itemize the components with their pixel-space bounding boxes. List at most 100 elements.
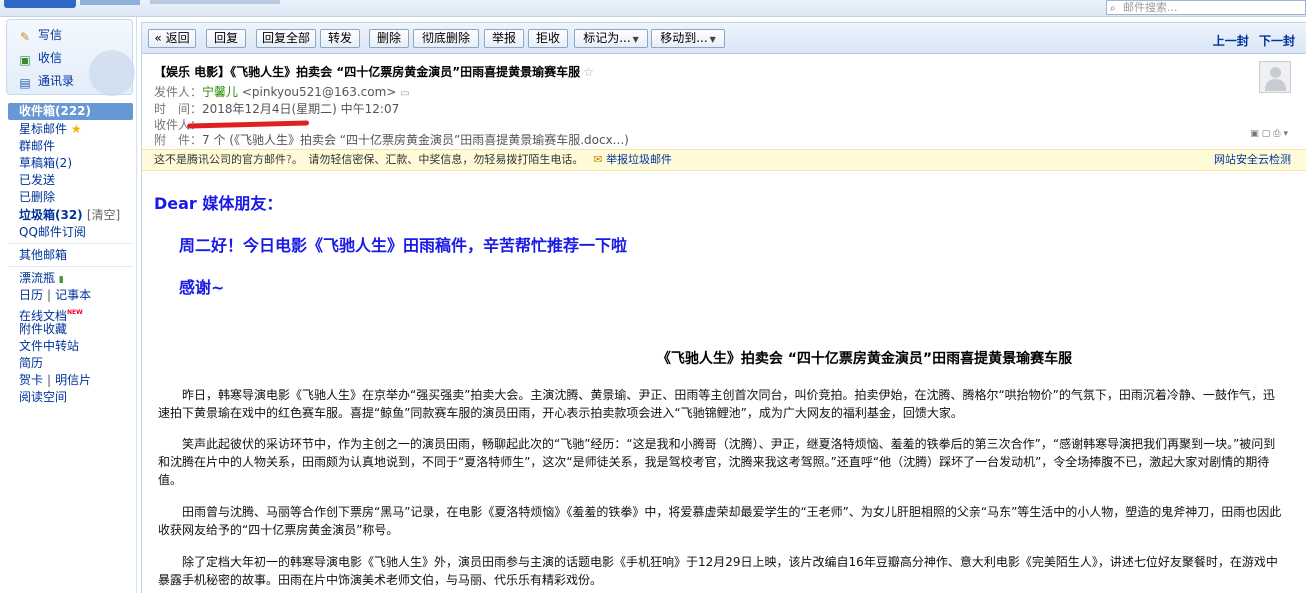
article-paragraph: 笑声此起彼伏的采访环节中，作为主创之一的演员田雨，畅聊起此次的“飞驰”经历：“这… — [158, 437, 1276, 487]
article-title: 《飞驰人生》拍卖会 “四十亿票房黄金演员”田雨喜提黄景瑜赛车服 — [656, 351, 1073, 367]
logo-domain — [80, 0, 140, 5]
mark-as-label: 标记为... — [583, 31, 631, 45]
delete-permanently-button[interactable]: 彻底删除 — [413, 29, 479, 48]
folder-sent[interactable]: 已发送 — [8, 172, 133, 189]
account-info — [150, 0, 280, 4]
report-spam-link[interactable]: ✉ 举报垃圾邮件 — [593, 153, 672, 166]
app-calendar-notes: 日历 | 记事本 — [8, 287, 133, 304]
search-input[interactable]: ⌕ 邮件搜索... — [1106, 0, 1306, 15]
folder-inbox[interactable]: 收件箱(222) — [8, 103, 133, 120]
app-attachments[interactable]: 附件收藏 — [8, 321, 133, 338]
time-value: 2018年12月4日(星期二) 中午12:07 — [202, 102, 400, 116]
sender-row: 发件人：宁馨儿 <pinkyou521@163.com> ▭ — [154, 83, 410, 100]
attachment-row: 附 件：7 个 (《飞驰人生》拍卖会 “四十亿票房黄金演员”田雨喜提黄景瑜赛车服… — [154, 131, 629, 148]
mail-subject: 【娱乐 电影】《飞驰人生》拍卖会 “四十亿票房黄金演员”田雨喜提黄景瑜赛车服 ☆ — [154, 63, 594, 80]
app-calendar[interactable]: 日历 — [19, 288, 43, 302]
prev-mail-link[interactable]: 上一封 — [1213, 34, 1249, 48]
sender-address: <pinkyou521@163.com> — [241, 85, 397, 99]
time-row: 时 间：2018年12月4日(星期二) 中午12:07 — [154, 100, 399, 117]
move-to-dropdown[interactable]: 移动到... ▼ — [651, 29, 725, 48]
app-cards: 贺卡 | 明信片 — [8, 372, 133, 389]
app-docs[interactable]: 在线文档NEW — [8, 304, 133, 323]
app-postcards[interactable]: 明信片 — [55, 373, 91, 387]
star-icon: ★ — [70, 122, 82, 136]
report-button[interactable]: 举报 — [484, 29, 524, 48]
quick-actions: ✎ 写信 ▣ 收信 ▤ 通讯录 — [6, 19, 135, 96]
app-notes[interactable]: 记事本 — [55, 288, 91, 302]
sender-avatar[interactable] — [1259, 61, 1291, 93]
junk-clean-link[interactable]: [清空] — [87, 208, 120, 222]
mark-as-dropdown[interactable]: 标记为... ▼ — [574, 29, 648, 48]
redaction-mark — [186, 120, 310, 129]
folder-starred[interactable]: 星标邮件 ★ — [8, 121, 133, 138]
chevron-down-icon: ▼ — [632, 35, 639, 44]
view-options-icons[interactable]: ▣▢⎙▾ — [1250, 129, 1291, 139]
article-paragraph: 田雨曾与沈腾、马丽等合作创下票房“黑马”记录，在电影《夏洛特烦恼》《羞羞的铁拳》… — [158, 505, 1282, 537]
folder-subscribe[interactable]: QQ邮件订阅 — [8, 224, 133, 241]
forward-button[interactable]: 转发 — [320, 29, 360, 48]
attachment-label: 附 件： — [154, 133, 203, 147]
reply-all-button[interactable]: 回复全部 — [256, 29, 316, 48]
article-paragraph: 除了定档大年初一的韩寒导演电影《飞驰人生》外，演员田雨参与主演的话题电影《手机狂… — [158, 555, 1278, 587]
separator: | — [47, 288, 52, 302]
app-bottle-label: 漂流瓶 — [19, 271, 56, 285]
folder-drafts[interactable]: 草稿箱(2) — [8, 155, 133, 172]
reply-button[interactable]: 回复 — [206, 29, 246, 48]
attachment-summary[interactable]: 7 个 (《飞驰人生》拍卖会 “四十亿票房黄金演员”田雨喜提黄景瑜赛车服.doc… — [202, 133, 629, 147]
contacts-label: 通讯录 — [38, 74, 75, 88]
contacts-icon: ▤ — [19, 76, 31, 90]
folder-group[interactable]: 群邮件 — [8, 138, 133, 155]
report-icon: ✉ — [593, 153, 603, 166]
folder-starred-label: 星标邮件 — [19, 122, 68, 136]
write-label: 写信 — [38, 28, 63, 42]
warning-advice: 。 请勿轻信密保、汇款、中奖信息，勿轻易拨打陌生电话。 — [291, 153, 584, 166]
back-button[interactable]: « 返回 — [148, 29, 196, 48]
folder-junk-label: 垃圾箱(32) — [19, 208, 83, 222]
article-paragraph: 昨日，韩寒导演电影《飞驰人生》在京举办“强买强卖”拍卖大会。主演沈腾、黄景瑜、尹… — [158, 388, 1275, 420]
folder-junk[interactable]: 垃圾箱(32) [清空] — [8, 207, 133, 224]
subject-text: 【娱乐 电影】《飞驰人生》拍卖会 “四十亿票房黄金演员”田雨喜提黄景瑜赛车服 — [154, 65, 581, 79]
move-to-label: 移动到... — [660, 31, 708, 45]
intro-line: 周二好！今日电影《飞驰人生》田雨稿件，辛苦帮忙推荐一下啦 — [179, 236, 628, 255]
app-transfer[interactable]: 文件中转站 — [8, 338, 133, 355]
pen-icon: ✎ — [19, 30, 31, 44]
star-toggle-icon[interactable]: ☆ — [583, 65, 594, 79]
mail-body: Dear 媒体朋友： 周二好！今日电影《飞驰人生》田雨稿件，辛苦帮忙推荐一下啦 … — [142, 172, 1306, 594]
security-check-link[interactable]: 网站安全云检测 — [1214, 150, 1291, 170]
folder-deleted[interactable]: 已删除 — [8, 189, 133, 206]
divider — [8, 266, 133, 267]
inbox-icon: ▣ — [19, 53, 31, 67]
search-icon: ⌕ — [1110, 3, 1116, 14]
mail-nav: 上一封 下一封 — [1207, 32, 1295, 49]
mail-toolbar: « 返回 回复 回复全部 转发 删除 彻底删除 举报 拒收 标记为... ▼ 移动… — [142, 23, 1306, 54]
app-bottle[interactable]: 漂流瓶 ▮ — [8, 270, 133, 287]
separator: | — [47, 373, 52, 387]
app-greeting-cards[interactable]: 贺卡 — [19, 373, 43, 387]
avatar-head — [1270, 67, 1281, 78]
folder-other[interactable]: 其他邮箱 — [8, 247, 133, 264]
avatar-body — [1265, 79, 1286, 91]
bottle-icon: ▮ — [58, 275, 64, 285]
time-label: 时 间： — [154, 102, 203, 116]
app-reading[interactable]: 阅读空间 — [8, 389, 133, 406]
next-mail-link[interactable]: 下一封 — [1259, 34, 1295, 48]
reject-button[interactable]: 拒收 — [528, 29, 568, 48]
receive-button[interactable]: ▣ 收信 — [17, 48, 62, 68]
search-placeholder: 邮件搜索... — [1123, 1, 1178, 14]
divider — [8, 243, 133, 244]
delete-button[interactable]: 删除 — [369, 29, 409, 48]
sender-name[interactable]: 宁馨儿 — [202, 85, 238, 99]
write-button[interactable]: ✎ 写信 — [17, 25, 62, 45]
top-bar: ⌕ 邮件搜索... — [0, 0, 1306, 17]
penguin-decoration — [89, 50, 135, 96]
contact-card-icon[interactable]: ▭ — [400, 88, 409, 99]
mail-header: 【娱乐 电影】《飞驰人生》拍卖会 “四十亿票房黄金演员”田雨喜提黄景瑜赛车服 ☆ … — [142, 55, 1306, 149]
greeting: Dear 媒体朋友： — [154, 194, 283, 213]
contacts-button[interactable]: ▤ 通讯录 — [17, 71, 74, 91]
thanks-line: 感谢~ — [179, 278, 225, 297]
app-resume[interactable]: 简历 — [8, 355, 133, 372]
report-spam-label: 举报垃圾邮件 — [606, 153, 673, 166]
security-warning-bar: 这不是腾讯公司的官方邮件?。 请勿轻信密保、汇款、中奖信息，勿轻易拨打陌生电话。… — [142, 149, 1306, 171]
mail-reader: « 返回 回复 回复全部 转发 删除 彻底删除 举报 拒收 标记为... ▼ 移动… — [141, 22, 1306, 594]
qq-mail-logo[interactable] — [4, 0, 76, 8]
